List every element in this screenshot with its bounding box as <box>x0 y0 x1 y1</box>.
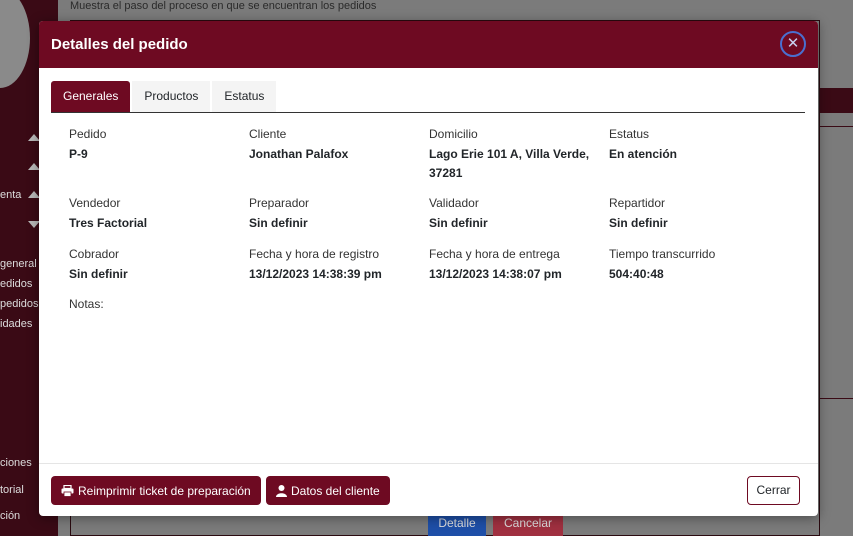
field-value: 13/12/2023 14:38:39 pm <box>249 267 382 281</box>
field-value: Sin definir <box>429 216 488 230</box>
close-button[interactable]: Cerrar <box>747 476 800 505</box>
field-tiempo: Tiempo transcurrido 504:40:48 <box>609 246 715 284</box>
field-fecha-registro: Fecha y hora de registro 13/12/2023 14:3… <box>249 246 382 284</box>
address-line: 37281 <box>429 166 463 180</box>
reprint-ticket-button[interactable]: Reimprimir ticket de preparación <box>51 476 261 505</box>
tab-bar: Generales Productos Estatus <box>51 81 805 113</box>
field-label: Validador <box>429 196 479 210</box>
tab-estatus[interactable]: Estatus <box>212 81 277 112</box>
field-cliente: Cliente Jonathan Palafox <box>249 126 348 164</box>
field-label: Cliente <box>249 127 287 141</box>
printer-icon <box>61 484 74 497</box>
modal-title: Detalles del pedido <box>51 36 188 53</box>
sidebar-item-label[interactable]: ciones <box>0 457 32 469</box>
field-value: P-9 <box>69 147 88 161</box>
order-details-modal: Detalles del pedido ✕ Generales Producto… <box>39 21 818 516</box>
field-vendedor: Vendedor Tres Factorial <box>69 195 147 233</box>
address-line: Lago Erie 101 A, Villa Verde, <box>429 147 590 161</box>
sidebar-item-label[interactable]: enta <box>0 189 21 201</box>
field-label: Pedido <box>69 127 107 141</box>
tab-generales[interactable]: Generales <box>51 81 131 112</box>
divider <box>820 398 853 399</box>
sidebar-item-label[interactable]: edidos <box>0 278 32 290</box>
field-notas: Notas: <box>69 296 104 312</box>
field-value: Tres Factorial <box>69 216 148 230</box>
divider <box>820 126 853 127</box>
button-label: Reimprimir ticket de preparación <box>78 483 251 498</box>
field-label: Tiempo transcurrido <box>609 247 716 261</box>
field-value: En atención <box>609 147 678 161</box>
modal-body: Generales Productos Estatus Pedido P-9 C… <box>39 68 818 463</box>
field-label: Cobrador <box>69 247 120 261</box>
field-label: Preparador <box>249 196 310 210</box>
right-panel-header <box>820 88 853 113</box>
field-label: Vendedor <box>69 196 121 210</box>
button-label: Datos del cliente <box>291 483 380 498</box>
modal-header: Detalles del pedido ✕ <box>39 21 818 68</box>
field-repartidor: Repartidor Sin definir <box>609 195 668 233</box>
field-label: Fecha y hora de entrega <box>429 247 560 261</box>
field-value: Sin definir <box>249 216 308 230</box>
field-validador: Validador Sin definir <box>429 195 488 233</box>
field-cobrador: Cobrador Sin definir <box>69 246 128 284</box>
sidebar-item-label[interactable]: torial <box>0 484 24 496</box>
field-label: Estatus <box>609 127 650 141</box>
field-value: Sin definir <box>609 216 668 230</box>
sidebar-item-label[interactable]: pedidos <box>0 298 39 310</box>
user-icon <box>276 484 287 497</box>
field-label: Domicilio <box>429 127 478 141</box>
page-subtitle: Muestra el paso del proceso en que se en… <box>70 0 377 12</box>
field-preparador: Preparador Sin definir <box>249 195 309 233</box>
sidebar-item-label[interactable]: general <box>0 258 37 270</box>
field-label: Notas: <box>69 297 104 311</box>
tab-productos[interactable]: Productos <box>132 81 211 112</box>
field-label: Fecha y hora de registro <box>249 247 380 261</box>
sidebar-item-label[interactable]: idades <box>0 318 32 330</box>
field-value: Lago Erie 101 A, Villa Verde, 37281 <box>429 145 589 183</box>
client-data-button[interactable]: Datos del cliente <box>266 476 390 505</box>
field-estatus: Estatus En atención <box>609 126 677 164</box>
field-domicilio: Domicilio Lago Erie 101 A, Villa Verde, … <box>429 126 589 183</box>
modal-footer: Reimprimir ticket de preparación Datos d… <box>39 463 818 516</box>
field-label: Repartidor <box>609 196 666 210</box>
close-icon[interactable]: ✕ <box>780 31 806 57</box>
field-value: Sin definir <box>69 267 128 281</box>
sidebar-item-label[interactable]: ción <box>0 510 20 522</box>
field-pedido: Pedido P-9 <box>69 126 106 164</box>
field-fecha-entrega: Fecha y hora de entrega 13/12/2023 14:38… <box>429 246 562 284</box>
field-value: 504:40:48 <box>609 267 664 281</box>
field-value: 13/12/2023 14:38:07 pm <box>429 267 562 281</box>
field-value: Jonathan Palafox <box>249 147 349 161</box>
